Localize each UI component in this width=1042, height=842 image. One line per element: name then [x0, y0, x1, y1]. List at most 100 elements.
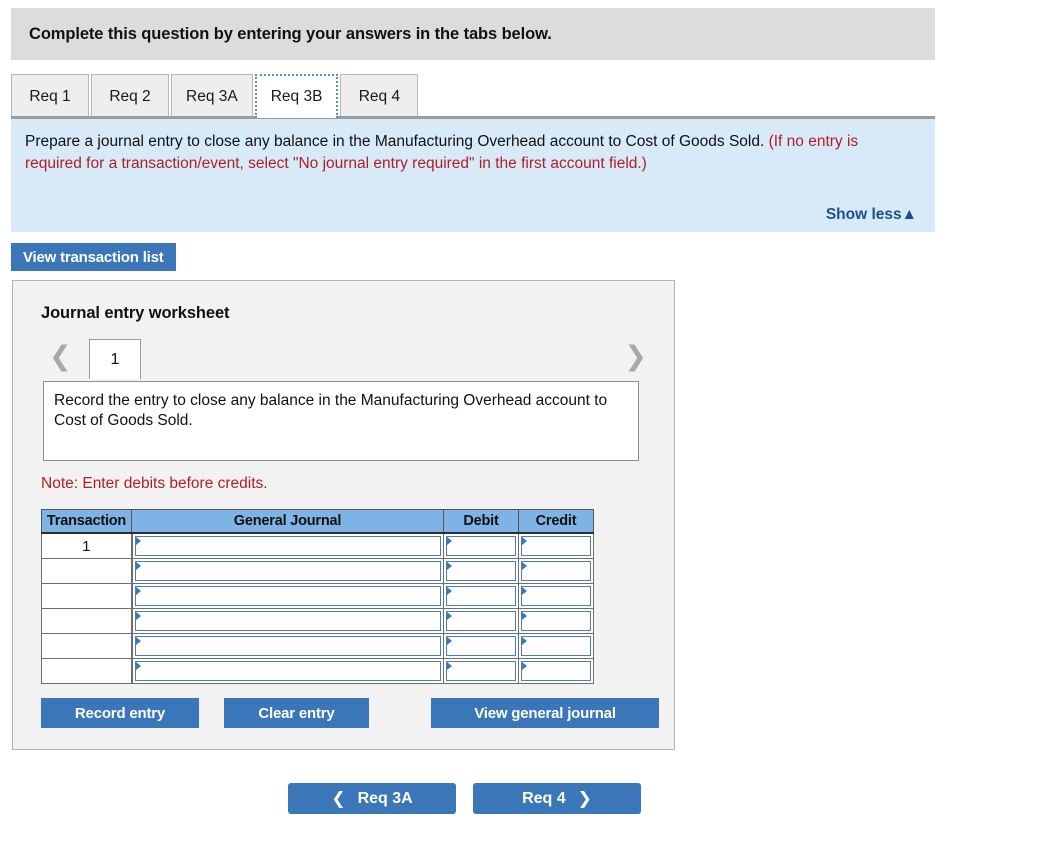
worksheet-page-1-tab[interactable]: 1 — [89, 339, 141, 379]
instruction-text: Prepare a journal entry to close any bal… — [25, 131, 917, 176]
debit-cell — [443, 633, 519, 659]
table-row — [41, 658, 594, 684]
credit-cell — [518, 558, 594, 584]
requirement-tabs: Req 1 Req 2 Req 3A Req 3B Req 4 — [11, 72, 935, 118]
journal-entry-table: Transaction General Journal Debit Credit… — [41, 509, 594, 684]
tab-req-4[interactable]: Req 4 — [340, 74, 419, 118]
cell-wrapper — [444, 585, 518, 607]
clear-entry-button[interactable]: Clear entry — [224, 698, 369, 728]
tab-label: Req 3A — [186, 87, 238, 105]
nav-next-req-4-button[interactable]: Req 4 ❯ — [473, 783, 641, 814]
cell-wrapper — [133, 560, 444, 582]
view-general-journal-button[interactable]: View general journal — [431, 698, 659, 728]
transaction-number-cell: 1 — [41, 532, 133, 559]
column-header-general-journal: General Journal — [131, 509, 444, 534]
credit-cell — [518, 658, 594, 684]
table-header-row: Transaction General Journal Debit Credit — [41, 509, 594, 534]
general-journal-input[interactable] — [134, 661, 441, 681]
cell-wrapper — [519, 610, 593, 632]
debit-cell — [443, 583, 519, 609]
tab-label: Req 4 — [358, 87, 401, 105]
credit-input[interactable] — [521, 586, 591, 606]
cell-wrapper — [444, 610, 518, 632]
cell-wrapper — [519, 535, 593, 557]
debit-input[interactable] — [446, 536, 516, 556]
cell-wrapper — [133, 660, 444, 682]
general-journal-cell — [131, 583, 444, 609]
tab-label: Req 2 — [109, 87, 151, 105]
show-less-label: Show less — [825, 206, 902, 223]
cell-wrapper — [444, 560, 518, 582]
column-header-transaction: Transaction — [41, 509, 132, 534]
cell-wrapper — [444, 635, 518, 657]
cell-wrapper — [519, 660, 593, 682]
requirement-navigation: ❮ Req 3A Req 4 ❯ — [0, 783, 940, 815]
general-journal-input[interactable] — [134, 636, 441, 656]
tab-req-3a[interactable]: Req 3A — [171, 74, 253, 118]
credit-cell — [518, 583, 594, 609]
credit-input[interactable] — [521, 636, 591, 656]
debit-cell — [443, 532, 519, 559]
general-journal-input[interactable] — [134, 561, 441, 581]
table-row — [41, 583, 594, 609]
chevron-left-icon[interactable]: ❮ — [49, 343, 72, 370]
show-less-link[interactable]: Show less▲ — [826, 206, 917, 224]
tab-label: Req 3B — [270, 88, 323, 105]
table-row — [41, 558, 594, 584]
cell-wrapper — [133, 585, 444, 607]
instruction-main: Prepare a journal entry to close any bal… — [25, 133, 769, 150]
nav-prev-req-3a-button[interactable]: ❮ Req 3A — [288, 783, 456, 814]
nav-prev-label: Req 3A — [357, 789, 413, 807]
general-journal-input[interactable] — [134, 536, 441, 556]
transaction-number-cell — [41, 583, 133, 609]
cell-wrapper — [133, 535, 444, 557]
credit-input[interactable] — [521, 661, 591, 681]
debit-input[interactable] — [446, 611, 516, 631]
cell-wrapper — [519, 560, 593, 582]
general-journal-input[interactable] — [134, 611, 441, 631]
page-title: Complete this question by entering your … — [29, 24, 552, 43]
debit-input[interactable] — [446, 586, 516, 606]
transaction-number-cell — [41, 633, 133, 659]
table-row — [41, 608, 594, 634]
tab-req-1[interactable]: Req 1 — [11, 74, 89, 118]
debit-input[interactable] — [446, 636, 516, 656]
debit-input[interactable] — [446, 661, 516, 681]
debit-cell — [443, 558, 519, 584]
tab-req-3b[interactable]: Req 3B — [254, 74, 339, 118]
instruction-panel: Prepare a journal entry to close any bal… — [11, 119, 935, 232]
general-journal-cell — [131, 633, 444, 659]
tab-req-2[interactable]: Req 2 — [91, 74, 169, 118]
record-entry-button[interactable]: Record entry — [41, 698, 199, 728]
column-header-credit: Credit — [518, 509, 594, 534]
tab-label: Req 1 — [29, 87, 71, 105]
table-row — [41, 633, 594, 659]
credit-input[interactable] — [521, 561, 591, 581]
credit-cell — [518, 532, 594, 559]
view-transaction-list-button[interactable]: View transaction list — [11, 243, 176, 271]
cell-wrapper — [444, 660, 518, 682]
general-journal-cell — [131, 558, 444, 584]
credit-cell — [518, 608, 594, 634]
nav-next-label: Req 4 — [522, 789, 566, 807]
journal-entry-worksheet-panel: Journal entry worksheet ❮ 1 ❯ Record the… — [12, 280, 675, 750]
transaction-number-cell — [41, 558, 133, 584]
worksheet-pager: ❮ 1 ❯ — [39, 339, 651, 379]
credit-input[interactable] — [521, 536, 591, 556]
chevron-right-icon: ❯ — [577, 788, 592, 809]
cell-wrapper — [519, 635, 593, 657]
entry-description-box: Record the entry to close any balance in… — [43, 381, 639, 461]
debit-cell — [443, 608, 519, 634]
cell-wrapper — [444, 535, 518, 557]
cell-wrapper — [133, 635, 444, 657]
table-row: 1 — [41, 532, 594, 559]
general-journal-cell — [131, 658, 444, 684]
transaction-number-cell — [41, 658, 133, 684]
general-journal-input[interactable] — [134, 586, 441, 606]
credit-cell — [518, 633, 594, 659]
chevron-right-icon[interactable]: ❯ — [624, 343, 647, 370]
chevron-left-icon: ❮ — [331, 788, 346, 809]
column-header-debit: Debit — [443, 509, 519, 534]
credit-input[interactable] — [521, 611, 591, 631]
debit-input[interactable] — [446, 561, 516, 581]
